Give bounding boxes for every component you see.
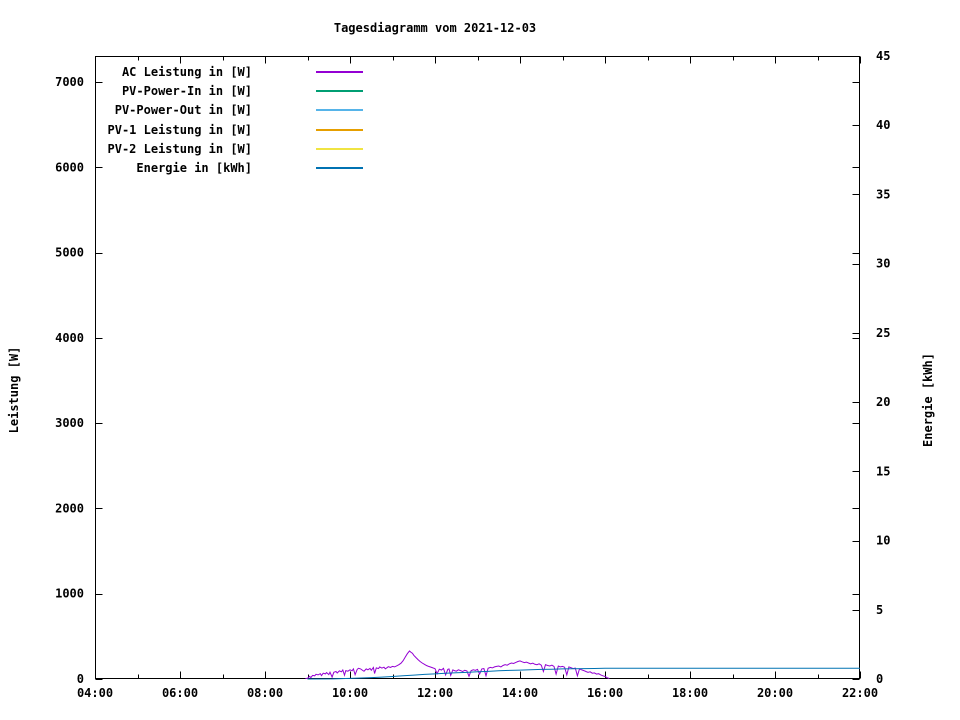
chart-canvas: Tagesdiagramm vom 2021-12-03 Leistung [W… [0, 0, 960, 720]
x-tick-label: 18:00 [672, 686, 708, 700]
y-right-tick-label: 30 [876, 257, 890, 271]
y-left-tick-label: 5000 [55, 246, 84, 260]
plot-area: 04:00 06:00 08:00 10:00 12:00 14:00 16:00 18:00… [55, 49, 890, 700]
x-tick-label: 16:00 [587, 686, 623, 700]
y-left-tick-label: 0 [77, 672, 84, 686]
series-line-energie-in-kwh [307, 667, 860, 680]
y-right-tick-label: 45 [876, 49, 890, 63]
y-left-tick-label: 7000 [55, 75, 84, 89]
y-right-tick-label: 35 [876, 187, 890, 201]
x-tick-label: 22:00 [842, 686, 878, 700]
y-left-tick-label: 3000 [55, 416, 84, 430]
y-right-tick-label: 15 [876, 464, 890, 478]
y-left-tick-label: 6000 [55, 160, 84, 174]
y-left-tick-label: 1000 [55, 587, 84, 601]
x-tick-label: 10:00 [332, 686, 368, 700]
y-right-tick-label: 5 [876, 603, 883, 617]
x-tick-label: 14:00 [502, 686, 538, 700]
y-right-tick-label: 40 [876, 118, 890, 132]
x-tick-label: 08:00 [247, 686, 283, 700]
y-left-tick-label: 2000 [55, 501, 84, 515]
x-tick-label: 20:00 [757, 686, 793, 700]
y-right-tick-label: 25 [876, 326, 890, 340]
y-right-tick-label: 20 [876, 395, 890, 409]
y-left-tick-label: 4000 [55, 331, 84, 345]
x-tick-label: 04:00 [77, 686, 113, 700]
x-tick-label: 12:00 [417, 686, 453, 700]
x-tick-label: 06:00 [162, 686, 198, 700]
y-right-tick-label: 10 [876, 534, 890, 548]
plot-frame [95, 56, 860, 679]
y-right-tick-label: 0 [876, 672, 883, 686]
